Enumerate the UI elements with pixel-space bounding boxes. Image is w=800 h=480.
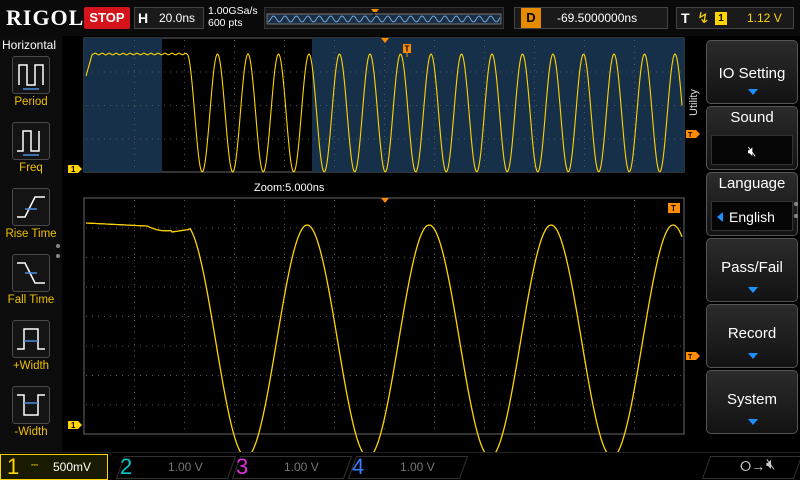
svg-text:T: T [688, 132, 693, 139]
language-label: Language [718, 175, 786, 192]
pass-fail-label: Pass/Fail [721, 259, 783, 276]
measure-freq-button[interactable]: Freq [8, 122, 54, 182]
trigger-level: 1.12 V [747, 11, 782, 25]
rise-time-icon [12, 188, 50, 226]
channel1-ground-marker: 1 [68, 165, 82, 174]
delay-value: -69.5000000ns [557, 11, 638, 25]
speaker-muted-icon[interactable]: 🔇︎ [766, 456, 775, 473]
negative-width-label: -Width [14, 426, 48, 438]
acquisition-info: 1.00GSa/s 600 pts [208, 5, 258, 29]
timebase-value: 20.0ns [159, 11, 196, 25]
sound-button[interactable]: Sound 🔇︎ [706, 106, 798, 170]
menu-tab-label: Utility [688, 89, 700, 116]
menu-tab: Utility [684, 60, 704, 120]
fall-time-label: Fall Time [7, 294, 55, 306]
sample-rate: 1.00GSa/s [208, 5, 258, 17]
positive-width-label: +Width [12, 360, 50, 372]
memory-overview: T [264, 7, 504, 29]
softkey-menu: IO Setting Sound 🔇︎ Language English Pas… [704, 36, 800, 452]
svg-text:T: T [671, 204, 676, 213]
trigger-label: T [681, 10, 690, 26]
timebase-display[interactable]: H 20.0ns [134, 7, 204, 29]
sound-value-box: 🔇︎ [711, 135, 793, 165]
freq-label: Freq [19, 162, 43, 174]
waveform-display[interactable]: Zoom:5.000ns T T T T 1 1 [62, 36, 704, 458]
system-button[interactable]: System [706, 370, 798, 434]
submenu-arrow-icon [748, 89, 758, 95]
submenu-arrow-icon [748, 287, 758, 293]
sound-label: Sound [730, 109, 774, 126]
language-value-box: English [711, 201, 793, 231]
svg-text:1: 1 [71, 421, 76, 430]
timebase-label: H [138, 10, 149, 26]
record-label: Record [727, 325, 777, 342]
submenu-arrow-icon [748, 419, 758, 425]
usb-icon: ⭘→ [740, 458, 766, 474]
channel1-number: 1 [7, 454, 20, 479]
measure-rise-time-button[interactable]: Rise Time [5, 188, 57, 248]
speaker-muted-icon: 🔇︎ [747, 143, 757, 159]
svg-text:T: T [405, 45, 410, 54]
trigger-level-marker: T [686, 130, 700, 139]
measure-negative-width-button[interactable]: -Width [8, 386, 54, 446]
rising-edge-icon: ↯ [697, 10, 710, 27]
pass-fail-button[interactable]: Pass/Fail [706, 238, 798, 302]
measure-period-button[interactable]: Period [8, 56, 54, 116]
channel4-scale[interactable]: 4 1.00 V [352, 454, 462, 479]
channel3-scale-value: 1.00 V [284, 460, 319, 474]
channel2-scale-value: 1.00 V [168, 460, 203, 474]
rise-time-label: Rise Time [5, 228, 57, 240]
zoom-label: Zoom:5.000ns [254, 182, 325, 194]
run-stop-status[interactable]: STOP [84, 7, 130, 29]
svg-text:1: 1 [71, 165, 76, 174]
channel1-scale[interactable]: 1 ⎓ 500mV [0, 454, 108, 480]
measure-fall-time-button[interactable]: Fall Time [8, 254, 54, 314]
memory-depth: 600 pts [208, 17, 243, 29]
channel3-scale[interactable]: 3 1.00 V [236, 454, 346, 479]
channel1-scale-value: 500mV [53, 460, 92, 474]
svg-text:T: T [372, 12, 377, 19]
channel4-scale-value: 1.00 V [400, 460, 435, 474]
language-value: English [729, 209, 775, 225]
period-label: Period [14, 96, 48, 108]
io-setting-button[interactable]: IO Setting [706, 40, 798, 104]
zoom-trigger-marker: T [668, 203, 680, 213]
zoom-channel1-ground-marker: 1 [68, 421, 82, 430]
trigger-source: 1 [715, 12, 727, 25]
panel-title: Horizontal [2, 38, 57, 52]
channel3-number: 3 [236, 454, 249, 479]
period-icon [12, 56, 50, 94]
language-button[interactable]: Language English [706, 172, 798, 236]
negative-width-icon [12, 386, 50, 424]
delay-label: D [521, 8, 541, 28]
positive-width-icon [12, 320, 50, 358]
channel2-number: 2 [120, 454, 133, 479]
io-setting-label: IO Setting [718, 65, 786, 82]
delay-display[interactable]: D -69.5000000ns [514, 7, 668, 29]
horizontal-measure-panel: Horizontal Period Freq Rise Time Fall Ti… [0, 36, 62, 452]
brand-logo: RIGOL [6, 5, 85, 30]
trigger-display[interactable]: T ↯ 1 1.12 V [676, 7, 794, 29]
memory-overview-wave: T [265, 8, 503, 28]
svg-text:T: T [688, 354, 693, 361]
channel2-scale[interactable]: 2 1.00 V [120, 454, 230, 479]
status-bar: RIGOL STOP H 20.0ns 1.00GSa/s 600 pts T … [0, 0, 800, 36]
record-button[interactable]: Record [706, 304, 798, 368]
system-label: System [726, 391, 777, 408]
frequency-icon [12, 122, 50, 160]
dc-coupling-icon: ⎓ [31, 460, 39, 470]
channel-bar: 1 ⎓ 500mV 2 1.00 V 3 1.00 V 4 1.00 V ⭘→ … [0, 452, 800, 480]
zoom-trigger-level-marker: T [686, 352, 700, 361]
fall-time-icon [12, 254, 50, 292]
submenu-arrow-icon [748, 353, 758, 359]
waveform-canvas[interactable]: Zoom:5.000ns T T T T 1 1 [62, 36, 704, 458]
channel4-number: 4 [352, 454, 365, 479]
measure-positive-width-button[interactable]: +Width [8, 320, 54, 380]
